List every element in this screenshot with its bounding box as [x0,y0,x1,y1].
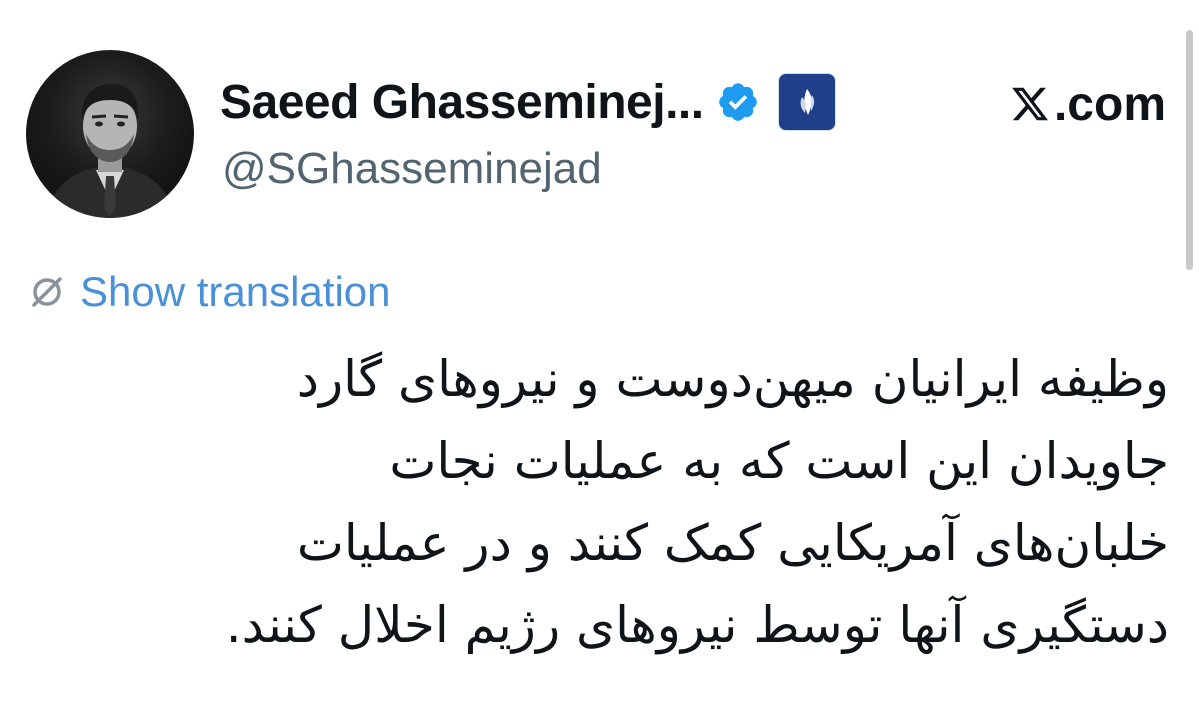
profile-photo [46,84,174,218]
verified-badge-icon [716,80,760,124]
site-mark: .com [1010,76,1166,132]
tweet-text-line: وظیفه ایرانیان میهن‌دوست و نیروهای گارد [296,350,1169,408]
show-translation-link[interactable]: Show translation [80,268,391,316]
tweet-header: Saeed Ghasseminej... @SGhasseminejad .co… [26,50,1166,220]
tweet-text-line: دستگیری آنها توسط نیروهای رژیم اخلال کنن… [225,596,1169,654]
display-name[interactable]: Saeed Ghasseminej... [220,75,704,130]
name-row: Saeed Ghasseminej... [220,72,836,132]
show-translation-row[interactable]: Show translation [28,264,391,320]
avatar[interactable] [26,50,194,218]
tweet-text: وظیفه ایرانیان میهن‌دوست و نیروهای گارد … [49,338,1169,666]
globe-icon [28,273,66,311]
tweet-text-line: خلبان‌های آمریکایی کمک کنند و در عملیات [296,514,1169,572]
x-logo-icon [1010,84,1050,124]
scrollbar[interactable] [1186,30,1193,270]
user-handle[interactable]: @SGhasseminejad [222,144,602,194]
site-name: .com [1053,77,1166,131]
tweet-text-line: جاویدان این است که به عملیات نجات [389,432,1169,490]
organization-affiliation-icon[interactable] [777,73,836,131]
